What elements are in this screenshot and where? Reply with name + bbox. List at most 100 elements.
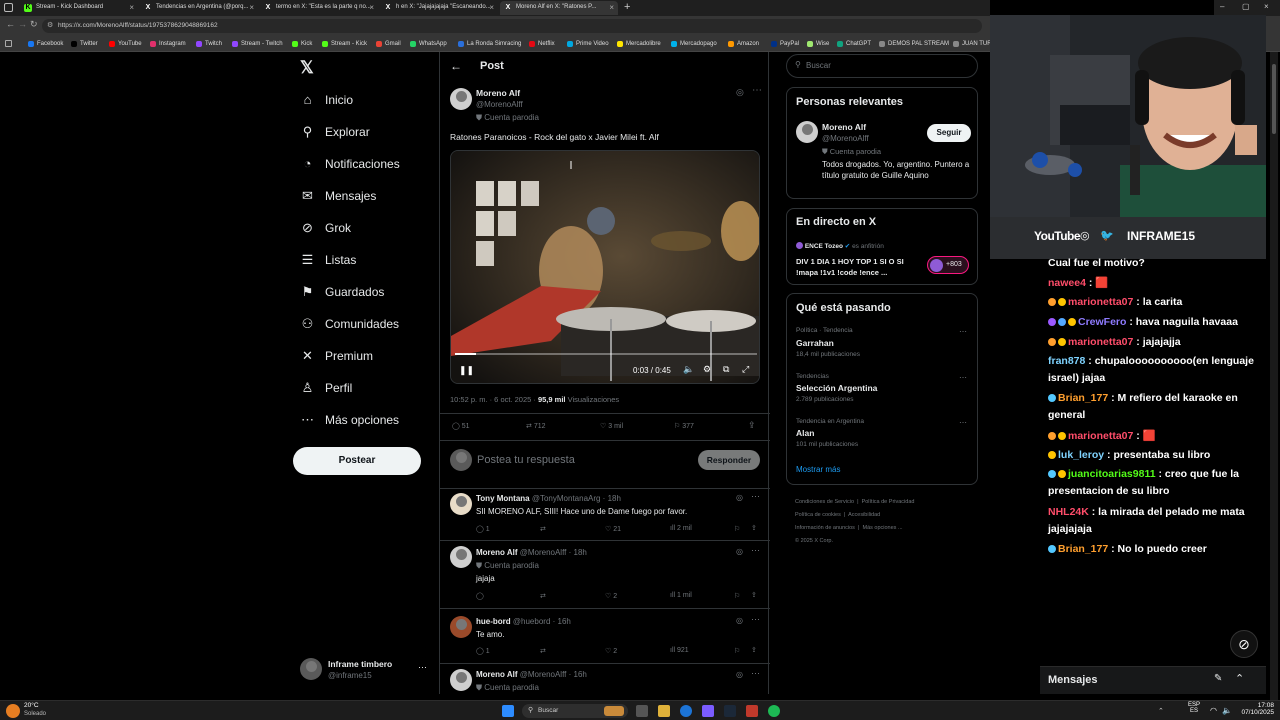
nav-communities[interactable]: ⚇ Comunidades <box>300 312 399 336</box>
more-icon[interactable]: ⋯ <box>959 373 967 382</box>
bookmark-prime[interactable]: Prime Video <box>566 38 609 50</box>
close-tab-icon[interactable]: × <box>489 1 494 14</box>
video-progress-track[interactable] <box>455 353 757 355</box>
bookmark-amazon[interactable]: Amazon <box>727 38 759 50</box>
nav-more[interactable]: ⋯ Más opciones <box>300 408 399 432</box>
nav-notifications[interactable]: ◔ Notificaciones <box>300 152 400 176</box>
bookmark-mercadopago[interactable]: Mercadopago <box>670 38 717 50</box>
live-title[interactable]: DIV 1 DIA 1 HOY TOP 1 SI O SI !mapa !1v1… <box>796 256 916 278</box>
nav-premium[interactable]: ✕ Premium <box>300 344 373 368</box>
tab-termo[interactable]: X termo en X: "Esta es la parte q no... … <box>260 1 378 15</box>
avatar[interactable] <box>450 493 472 515</box>
post-timestamp[interactable]: 10:52 p. m. · 6 oct. 2025 · <box>450 395 538 404</box>
messages-drawer[interactable]: Mensajes ✎ ⌃ <box>1040 666 1266 694</box>
bookmark-mercadolibre[interactable]: Mercadolibre <box>616 38 661 50</box>
more-icon[interactable]: ⋯ <box>751 614 760 625</box>
spotify-icon[interactable] <box>768 705 780 717</box>
taskbar-search[interactable]: ⚲ Buscar <box>522 704 628 718</box>
volume-icon[interactable]: 🔈 <box>1222 706 1232 715</box>
close-tab-icon[interactable]: × <box>249 1 254 14</box>
like-button[interactable]: ♡ 3 mil <box>600 422 623 430</box>
share-icon[interactable]: ⇪ <box>751 591 757 599</box>
bookmark-button[interactable]: ⚐ 377 <box>674 422 694 430</box>
chat-username[interactable]: CrewFero <box>1078 316 1126 328</box>
x-logo-icon[interactable]: 𝕏 <box>300 58 314 78</box>
nav-home[interactable]: ⌂ Inicio <box>300 88 353 112</box>
chat-username[interactable]: NHL24K <box>1048 506 1089 518</box>
avatar[interactable] <box>796 121 818 143</box>
fullscreen-icon[interactable]: ⤢ <box>742 364 749 375</box>
language-indicator[interactable]: ESP ES <box>1188 702 1200 714</box>
repost-icon[interactable]: ⇄ <box>540 592 546 600</box>
steam-icon[interactable] <box>724 705 736 717</box>
account-switcher[interactable]: Inframe timbero @inframe15 ⋯ <box>298 656 436 684</box>
grok-icon[interactable]: ⊘ <box>1230 630 1258 658</box>
avatar[interactable] <box>450 546 472 568</box>
more-icon[interactable]: ⋯ <box>751 491 760 502</box>
task-view-icon[interactable] <box>636 705 648 717</box>
tab-tendencias[interactable]: X Tendencias en Argentina (@porq... × <box>140 1 258 15</box>
more-icon[interactable]: ⋯ <box>959 327 967 336</box>
reply-count[interactable]: ◯ 1 <box>476 647 490 655</box>
follow-button[interactable]: Seguir <box>927 124 971 142</box>
nav-explore[interactable]: ⚲ Explorar <box>300 120 370 144</box>
edge-icon[interactable] <box>680 705 692 717</box>
show-more-link[interactable]: Mostrar más <box>796 465 840 474</box>
author-handle[interactable]: @MorenoAlff <box>476 100 523 109</box>
windows-start-icon[interactable] <box>502 705 514 717</box>
repost-icon[interactable]: ⇄ <box>540 647 546 655</box>
new-tab-button[interactable]: + <box>624 1 630 13</box>
nav-lists[interactable]: ☰ Listas <box>300 248 357 272</box>
clock[interactable]: 17:08 07/10/2025 <box>1238 702 1274 716</box>
reply-input[interactable]: Postea tu respuesta <box>477 454 575 466</box>
forward-icon[interactable]: → <box>18 19 27 29</box>
bookmark-whatsapp[interactable]: WhatsApp <box>409 38 447 50</box>
bookmark-stream-twitch[interactable]: Stream - Twitch <box>231 38 283 50</box>
chat-username[interactable]: marionetta07 <box>1068 296 1133 308</box>
nav-bookmarks[interactable]: ⚑ Guardados <box>300 280 385 304</box>
grok-icon[interactable]: ◎ <box>736 616 743 625</box>
tray-chevron-icon[interactable]: ⌃ <box>1158 707 1164 715</box>
bookmark-gmail[interactable]: Gmail <box>375 38 401 50</box>
apps-icon[interactable] <box>5 40 12 47</box>
reply-button[interactable]: ◯ 51 <box>452 422 470 430</box>
repost-icon[interactable]: ⇄ <box>540 525 546 533</box>
app-icon[interactable] <box>746 705 758 717</box>
site-info-icon[interactable]: ⚙ <box>47 19 53 33</box>
avatar[interactable] <box>450 669 472 691</box>
post-button[interactable]: Postear <box>293 447 421 475</box>
chat-username[interactable]: Brian_177 <box>1058 392 1108 404</box>
views-count[interactable]: ıll 1 mil <box>670 592 692 599</box>
pip-icon[interactable]: ⧉ <box>723 364 729 375</box>
bookmark-instagram[interactable]: Instagram <box>149 38 186 50</box>
views-count[interactable]: ıll 921 <box>670 647 689 654</box>
video-player[interactable]: ❚❚ 0:03 / 0:45 🔈 ⚙ ⧉ ⤢ <box>450 150 760 384</box>
back-icon[interactable]: ← <box>6 19 15 29</box>
bookmark-twitch[interactable]: Twitch <box>195 38 222 50</box>
wifi-icon[interactable]: ◠ <box>1210 706 1217 715</box>
reply-button-submit[interactable]: Responder <box>698 450 760 470</box>
avatar[interactable] <box>450 88 472 110</box>
share-icon[interactable]: ⇪ <box>748 420 756 431</box>
close-window-icon[interactable]: × <box>1264 2 1269 11</box>
tab-actions-icon[interactable] <box>4 3 13 12</box>
grok-icon[interactable]: ◎ <box>736 547 743 556</box>
bookmark-stream-kick[interactable]: Stream - Kick <box>321 38 367 50</box>
like-count[interactable]: ♡ 2 <box>605 592 617 600</box>
chat-username[interactable]: nawee4 <box>1048 277 1086 289</box>
back-arrow-icon[interactable]: ← <box>450 59 462 73</box>
bookmark-netflix[interactable]: Netflix <box>528 38 555 50</box>
chat-username[interactable]: marionetta07 <box>1068 430 1133 442</box>
bookmark-youtube[interactable]: YouTube <box>108 38 142 50</box>
scrollbar-thumb[interactable] <box>1272 64 1276 134</box>
pause-icon[interactable]: ❚❚ <box>459 365 474 376</box>
bookmark-kick[interactable]: Kick <box>291 38 312 50</box>
bookmark-chatgpt[interactable]: ChatGPT <box>836 38 871 50</box>
minimize-icon[interactable]: – <box>1220 2 1224 11</box>
share-icon[interactable]: ⇪ <box>751 646 757 654</box>
new-message-icon[interactable]: ✎ <box>1214 673 1222 684</box>
chat-username[interactable]: fran878 <box>1048 355 1085 367</box>
reply-count[interactable]: ◯ 1 <box>476 525 490 533</box>
bookmark-demos[interactable]: DEMOS PAL STREAM <box>878 38 949 50</box>
more-icon[interactable]: ⋯ <box>751 668 760 679</box>
